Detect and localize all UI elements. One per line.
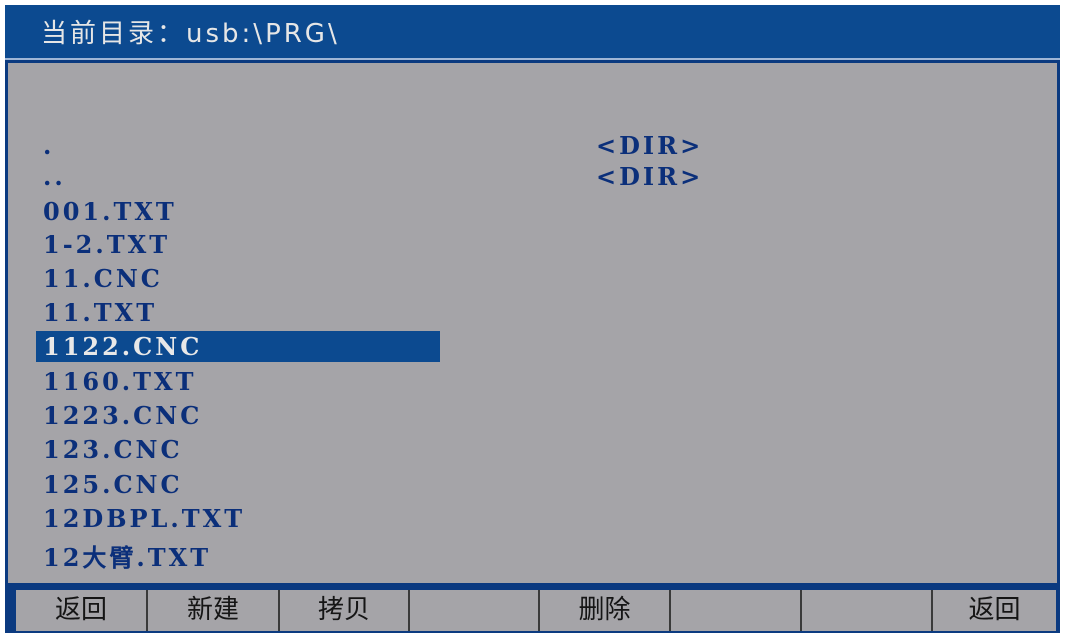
softkey-new[interactable]: 新建	[148, 590, 280, 631]
file-name: 123.CNC	[43, 435, 183, 464]
file-name: 001.TXT	[43, 197, 177, 226]
softkey-bar: 返回 新建 拷贝 删除 返回	[5, 587, 1060, 633]
file-row[interactable]: 1-2.TXT	[36, 229, 440, 260]
file-row[interactable]: 125.CNC	[36, 469, 440, 500]
title-bar: 当前目录：usb:\PRG\	[5, 5, 1060, 60]
softkey-empty-6[interactable]	[671, 590, 802, 631]
softkey-empty-4[interactable]	[410, 590, 540, 631]
file-row[interactable]: 12大臂.TXT	[36, 537, 440, 572]
softkey-back[interactable]: 返回	[16, 590, 148, 631]
softkey-delete[interactable]: 删除	[540, 590, 671, 631]
cnc-screen: 当前目录：usb:\PRG\ . <DIR> .. <DIR> 001.TXT …	[5, 5, 1060, 633]
file-name: 12DBPL.TXT	[43, 504, 246, 533]
file-row[interactable]: . <DIR>	[36, 130, 700, 161]
softkey-empty-7[interactable]	[802, 590, 933, 631]
file-name: .	[43, 131, 55, 160]
file-row[interactable]: 123.CNC	[36, 434, 440, 465]
file-row[interactable]: 11.CNC	[36, 263, 440, 294]
file-name: 125.CNC	[43, 470, 183, 499]
file-row[interactable]: .. <DIR>	[36, 161, 700, 192]
file-row[interactable]: 1223.CNC	[36, 400, 440, 431]
file-name: 11.TXT	[43, 298, 158, 327]
file-type: <DIR>	[596, 131, 704, 160]
file-name: 1223.CNC	[43, 401, 203, 430]
file-row[interactable]: 1160.TXT	[36, 366, 440, 397]
file-row[interactable]: 11.TXT	[36, 297, 440, 328]
file-name: 12大臂.TXT	[43, 543, 212, 572]
current-directory-path: usb:\PRG\	[186, 19, 340, 49]
current-directory-title: 当前目录：usb:\PRG\	[41, 13, 340, 50]
file-name: 1122.CNC	[43, 332, 203, 361]
file-row-selected[interactable]: 1122.CNC	[36, 331, 440, 362]
file-row[interactable]: 001.TXT	[36, 196, 440, 227]
current-directory-label: 当前目录：	[41, 19, 187, 49]
file-row[interactable]: 12DBPL.TXT	[36, 503, 440, 534]
file-list: . <DIR> .. <DIR> 001.TXT 1-2.TXT 11.CNC …	[8, 63, 1057, 583]
softkey-copy[interactable]: 拷贝	[280, 590, 410, 631]
file-name: ..	[43, 162, 66, 191]
file-type: <DIR>	[596, 162, 704, 191]
file-name: 11.CNC	[43, 264, 163, 293]
softkey-back-right[interactable]: 返回	[933, 590, 1056, 631]
file-name: 1160.TXT	[43, 367, 197, 396]
file-name: 1-2.TXT	[43, 230, 171, 259]
